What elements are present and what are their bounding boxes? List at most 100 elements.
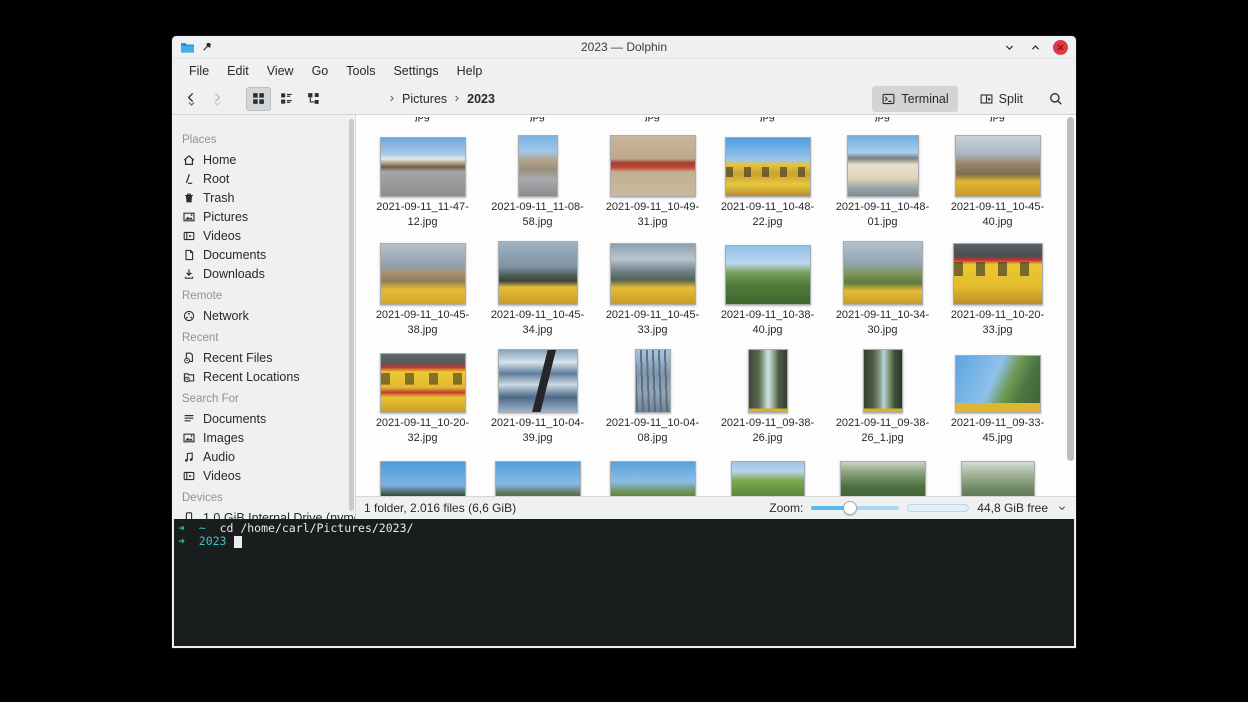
folder-view[interactable]: jpgjpgjpgjpgjpgjpg2021-09-11_11-47-12.jp… — [356, 115, 1076, 496]
file-thumbnail — [725, 245, 811, 305]
drive-icon — [182, 511, 196, 520]
file-item[interactable]: 2021-09-11_10-48-01.jpg — [825, 125, 940, 233]
file-name: 2021-09-11_09-38-26.jpg — [712, 416, 824, 446]
terminal-cursor[interactable] — [234, 536, 242, 548]
sidebar-item-audio[interactable]: Audio — [172, 447, 355, 466]
file-item[interactable]: 2021-09-11_10-45-38.jpg — [365, 233, 480, 341]
breadcrumb-chevron-icon[interactable] — [387, 93, 397, 104]
sidebar-section-search-for: Search For — [172, 393, 355, 409]
sidebar-item-network[interactable]: Network — [172, 306, 355, 325]
sidebar-item-trash[interactable]: Trash — [172, 188, 355, 207]
file-item[interactable]: 2021-09-11_11-08-58.jpg — [480, 125, 595, 233]
file-thumbnail — [380, 137, 466, 197]
menu-item-view[interactable]: View — [258, 61, 303, 81]
file-item[interactable] — [365, 449, 480, 496]
sidebar-item-1-0-gib-internal-drive-nvme[interactable]: 1,0 GiB Internal Drive (nvme… — [172, 508, 355, 519]
view-scrollbar[interactable] — [1067, 117, 1074, 461]
breadcrumb-pictures[interactable]: Pictures — [399, 90, 450, 108]
tree-view-button[interactable] — [302, 87, 325, 111]
search-button[interactable] — [1044, 87, 1068, 111]
sidebar-item-label: Downloads — [203, 267, 265, 281]
file-thumbnail — [955, 135, 1041, 197]
file-thumbnail — [961, 461, 1035, 496]
sidebar-item-recent-files[interactable]: Recent Files — [172, 348, 355, 367]
sidebar-item-images[interactable]: Images — [172, 428, 355, 447]
file-item[interactable] — [480, 449, 595, 496]
file-thumbnail — [953, 243, 1043, 305]
zoom-slider[interactable] — [811, 501, 899, 515]
file-item[interactable]: 2021-09-11_10-38-40.jpg — [710, 233, 825, 341]
file-name: 2021-09-11_09-33-45.jpg — [942, 416, 1054, 446]
thumbnail-box — [725, 133, 811, 197]
file-item[interactable]: 2021-09-11_10-48-22.jpg — [710, 125, 825, 233]
file-item[interactable]: 2021-09-11_11-47-12.jpg — [365, 125, 480, 233]
breadcrumb-2023[interactable]: 2023 — [464, 90, 498, 108]
file-thumbnail — [498, 349, 578, 413]
video-icon — [182, 469, 196, 483]
recent-file-icon — [182, 351, 196, 365]
close-button[interactable] — [1053, 40, 1068, 55]
file-item[interactable]: 2021-09-11_09-33-45.jpg — [940, 341, 1055, 449]
file-item[interactable] — [940, 449, 1055, 496]
sidebar-item-documents[interactable]: Documents — [172, 409, 355, 428]
sidebar-item-documents[interactable]: Documents — [172, 245, 355, 264]
menu-item-help[interactable]: Help — [448, 61, 492, 81]
menu-item-settings[interactable]: Settings — [384, 61, 447, 81]
menu-item-edit[interactable]: Edit — [218, 61, 258, 81]
clipped-row-above: jpgjpgjpgjpgjpgjpg — [365, 117, 1076, 125]
sidebar-item-root[interactable]: Root — [172, 169, 355, 188]
video-icon — [182, 229, 196, 243]
thumbnail-box — [725, 241, 811, 305]
details-view-button[interactable] — [275, 87, 298, 111]
file-item[interactable]: 2021-09-11_10-45-34.jpg — [480, 233, 595, 341]
icons-view-button[interactable] — [246, 87, 271, 111]
file-name: 2021-09-11_10-45-34.jpg — [482, 308, 594, 338]
file-thumbnail — [748, 349, 788, 413]
places-panel: PlacesHomeRootTrashPicturesVideosDocumen… — [172, 115, 356, 519]
menu-item-go[interactable]: Go — [303, 61, 338, 81]
sidebar-item-home[interactable]: Home — [172, 150, 355, 169]
back-button[interactable] — [180, 87, 202, 111]
thumbnail-box — [955, 133, 1041, 197]
menu-item-file[interactable]: File — [180, 61, 218, 81]
zoom-slider-handle[interactable] — [843, 501, 857, 515]
file-item[interactable]: 2021-09-11_10-45-33.jpg — [595, 233, 710, 341]
file-item[interactable]: 2021-09-11_09-38-26.jpg — [710, 341, 825, 449]
sidebar-item-videos[interactable]: Videos — [172, 226, 355, 245]
file-item[interactable] — [825, 449, 940, 496]
minimize-button[interactable] — [1001, 39, 1017, 55]
menubar: FileEditViewGoToolsSettingsHelp — [172, 59, 1076, 83]
maximize-button[interactable] — [1027, 39, 1043, 55]
forward-button[interactable] — [206, 87, 228, 111]
terminal-panel[interactable]: ➜ ~ cd /home/carl/Pictures/2023/➜ 2023 — [174, 519, 1074, 646]
disk-capacity-bar — [907, 504, 969, 512]
split-view-button[interactable]: Split — [970, 86, 1032, 112]
file-item[interactable] — [595, 449, 710, 496]
terminal-toggle-button[interactable]: Terminal — [872, 86, 957, 112]
file-item[interactable]: 2021-09-11_10-04-08.jpg — [595, 341, 710, 449]
titlebar[interactable]: 2023 — Dolphin — [172, 36, 1076, 59]
file-item[interactable]: 2021-09-11_10-20-32.jpg — [365, 341, 480, 449]
terminal-icon — [881, 92, 896, 106]
file-item[interactable]: 2021-09-11_09-38-26_1.jpg — [825, 341, 940, 449]
file-item[interactable]: 2021-09-11_10-45-40.jpg — [940, 125, 1055, 233]
trash-icon — [182, 191, 196, 205]
sidebar-item-recent-locations[interactable]: Recent Locations — [172, 367, 355, 386]
sidebar-item-pictures[interactable]: Pictures — [172, 207, 355, 226]
sidebar-item-label: Recent Files — [203, 351, 272, 365]
free-space-menu-chevron-icon[interactable] — [1056, 502, 1068, 514]
file-item[interactable] — [710, 449, 825, 496]
file-item[interactable]: 2021-09-11_10-34-30.jpg — [825, 233, 940, 341]
file-item[interactable]: 2021-09-11_10-20-33.jpg — [940, 233, 1055, 341]
file-name: 2021-09-11_10-34-30.jpg — [827, 308, 939, 338]
file-name: 2021-09-11_10-04-08.jpg — [597, 416, 709, 446]
file-name: 2021-09-11_09-38-26_1.jpg — [827, 416, 939, 446]
doc-lines-icon — [182, 412, 196, 426]
file-item[interactable]: 2021-09-11_10-49-31.jpg — [595, 125, 710, 233]
download-icon — [182, 267, 196, 281]
sidebar-item-downloads[interactable]: Downloads — [172, 264, 355, 283]
file-item[interactable]: 2021-09-11_10-04-39.jpg — [480, 341, 595, 449]
sidebar-item-videos[interactable]: Videos — [172, 466, 355, 485]
menu-item-tools[interactable]: Tools — [337, 61, 384, 81]
dolphin-window: 2023 — Dolphin FileEditViewGoToolsSettin… — [172, 36, 1076, 648]
